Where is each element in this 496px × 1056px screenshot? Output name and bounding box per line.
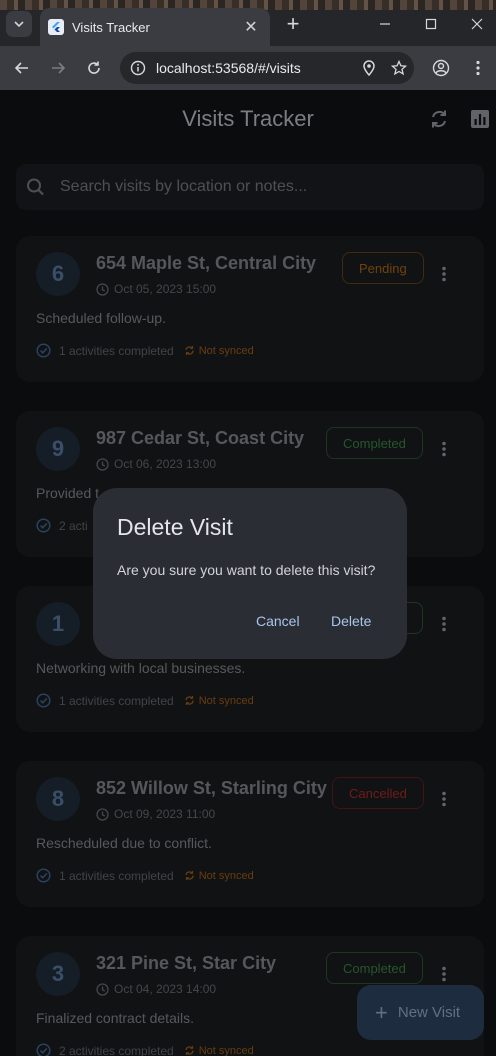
forward-button[interactable] (45, 55, 71, 81)
reload-icon (88, 61, 100, 74)
browser-tab[interactable]: Visits Tracker ✕ (40, 8, 270, 46)
arrow-left-icon (14, 62, 28, 74)
bookmark-star-icon[interactable] (384, 60, 414, 76)
app-root: Visits Tracker Search visits by location… (0, 90, 496, 1056)
delete-visit-dialog: Delete Visit Are you sure you want to de… (93, 488, 407, 659)
location-pin-icon[interactable] (354, 60, 384, 76)
dialog-message: Are you sure you want to delete this vis… (117, 562, 376, 578)
url-text: localhost:53568/#/visits (156, 60, 301, 76)
back-button[interactable] (9, 55, 35, 81)
more-vert-icon (476, 60, 480, 76)
browser-menu-button[interactable] (465, 55, 491, 81)
delete-button[interactable]: Delete (331, 609, 371, 633)
profile-button[interactable] (428, 55, 454, 81)
close-icon (471, 18, 483, 30)
dialog-title: Delete Visit (117, 514, 233, 540)
arrow-right-icon (52, 62, 66, 74)
close-window-button[interactable] (454, 8, 496, 40)
minimize-icon (380, 23, 390, 25)
maximize-icon (425, 18, 437, 30)
account-icon (432, 59, 450, 77)
tab-close-icon[interactable]: ✕ (242, 17, 260, 37)
new-tab-button[interactable]: + (280, 11, 306, 37)
tab-search-button[interactable] (6, 11, 32, 37)
address-bar[interactable]: localhost:53568/#/visits (120, 52, 414, 84)
maximize-button[interactable] (408, 8, 454, 40)
browser-tabstrip: Visits Tracker ✕ + (0, 0, 496, 46)
chevron-down-icon (14, 21, 24, 28)
flutter-favicon-icon (48, 19, 64, 35)
browser-toolbar: localhost:53568/#/visits (0, 46, 496, 90)
tab-title: Visits Tracker (72, 19, 150, 35)
reload-button[interactable] (81, 55, 107, 81)
site-info-icon[interactable] (128, 58, 148, 78)
minimize-button[interactable] (362, 8, 408, 40)
cancel-button[interactable]: Cancel (256, 609, 300, 633)
